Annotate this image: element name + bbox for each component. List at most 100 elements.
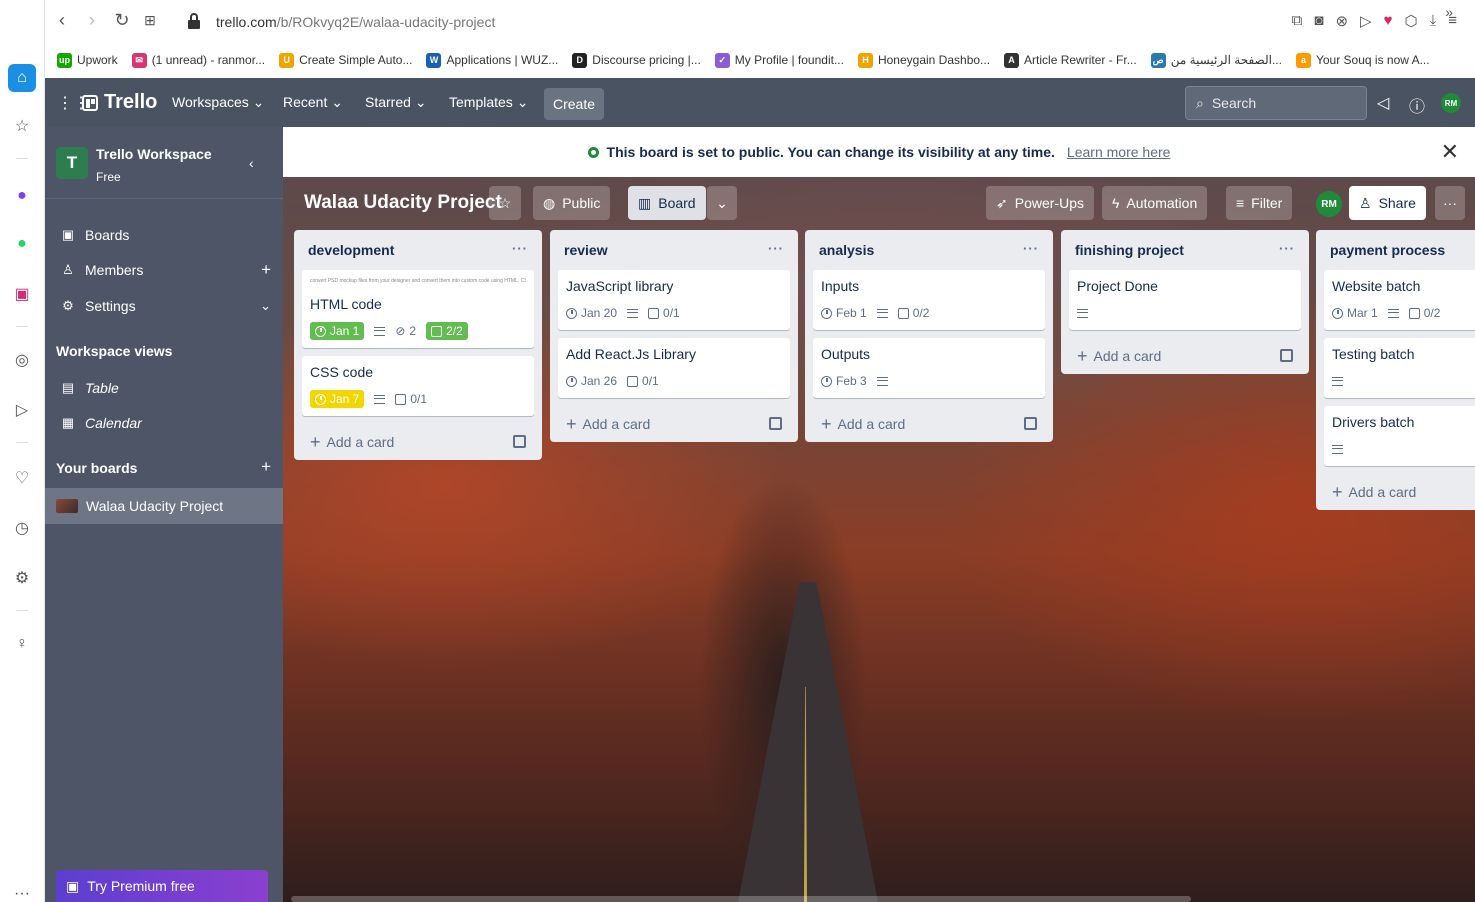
add-card-button[interactable]: + Add a card bbox=[813, 406, 1045, 442]
card[interactable]: CSS code Jan 7 0/1 bbox=[302, 356, 534, 416]
add-card-button[interactable]: + Add a card bbox=[558, 406, 790, 442]
bookmark-item[interactable]: ✉ (1 unread) - ranmor... bbox=[131, 52, 265, 68]
megaphone-icon[interactable]: ◁ bbox=[1377, 93, 1389, 113]
forward-icon[interactable]: › bbox=[81, 10, 103, 31]
star-icon[interactable]: ☆ bbox=[8, 112, 36, 140]
bookmark-item[interactable]: ✓ My Profile | foundit... bbox=[714, 52, 844, 68]
help-icon[interactable]: ⓘ bbox=[1409, 93, 1425, 117]
history-icon[interactable]: ◷ bbox=[8, 514, 36, 542]
list-title[interactable]: finishing project ··· bbox=[1069, 230, 1301, 270]
sidebar-item-members[interactable]: ♙ Members + bbox=[45, 253, 283, 287]
card[interactable]: Project Done bbox=[1069, 270, 1301, 330]
add-card-button[interactable]: + Add a card bbox=[302, 424, 534, 460]
sidebar-board-item[interactable]: Walaa Udacity Project bbox=[45, 488, 283, 524]
due-date-badge[interactable]: Feb 3 bbox=[821, 374, 867, 388]
horizontal-scrollbar[interactable] bbox=[291, 896, 1191, 902]
snapshot-icon[interactable]: ⧉ bbox=[1292, 12, 1303, 30]
bookmark-item[interactable]: D Discourse pricing |... bbox=[572, 52, 701, 68]
bookmark-item[interactable]: A Article Rewriter - Fr... bbox=[1004, 52, 1137, 68]
add-card-button[interactable]: + Add a card bbox=[1069, 338, 1301, 374]
due-date-badge[interactable]: Jan 7 bbox=[310, 390, 365, 408]
tips-icon[interactable]: ♀ bbox=[8, 630, 36, 658]
card[interactable]: JavaScript library Jan 20 0/1 bbox=[558, 270, 790, 330]
card[interactable]: convert PSD mockup files from your desig… bbox=[302, 270, 534, 348]
trello-logo[interactable]: Trello bbox=[82, 91, 157, 114]
bookmark-item[interactable]: a Your Souq is now A... bbox=[1295, 52, 1430, 68]
list-title[interactable]: analysis ··· bbox=[813, 230, 1045, 270]
list-menu-icon[interactable]: ··· bbox=[768, 241, 784, 256]
instagram-icon[interactable]: ▣ bbox=[8, 280, 36, 308]
play-icon[interactable]: ▷ bbox=[1360, 12, 1372, 30]
whatsapp-icon[interactable]: ● bbox=[8, 230, 36, 258]
recent-menu[interactable]: Recent ⌄ bbox=[283, 94, 343, 111]
bookmarks-more-button[interactable]: » bbox=[1445, 4, 1453, 20]
box-icon[interactable]: ⬡ bbox=[1404, 12, 1417, 30]
add-board-icon[interactable]: + bbox=[261, 457, 271, 477]
list-menu-icon[interactable]: ··· bbox=[512, 241, 528, 256]
list-title[interactable]: development ··· bbox=[302, 230, 534, 270]
member-avatar[interactable]: RM bbox=[1316, 191, 1342, 217]
messenger-icon[interactable]: ● bbox=[8, 182, 36, 210]
close-icon[interactable]: ✕ bbox=[1441, 139, 1459, 165]
flow-icon[interactable]: ▷ bbox=[8, 396, 36, 424]
visibility-button[interactable]: ◍ Public bbox=[533, 186, 611, 220]
workspace-name[interactable]: Trello Workspace bbox=[96, 146, 212, 162]
card[interactable]: Outputs Feb 3 bbox=[813, 338, 1045, 398]
board-title[interactable]: Walaa Udacity Project bbox=[304, 192, 502, 214]
home-icon[interactable]: ⌂ bbox=[8, 64, 36, 92]
workspaces-menu[interactable]: Workspaces ⌄ bbox=[172, 94, 264, 111]
card[interactable]: Drivers batch bbox=[1324, 406, 1475, 466]
sidebar-item-settings[interactable]: ⚙ Settings ⌄ bbox=[45, 289, 283, 323]
camera-icon[interactable]: ◙ bbox=[1314, 12, 1323, 30]
bookmark-item[interactable]: ص الصفحة الرئيسية من... bbox=[1150, 52, 1282, 68]
try-premium-button[interactable]: ▣ Try Premium free bbox=[56, 870, 268, 902]
card[interactable]: Add React.Js Library Jan 26 0/1 bbox=[558, 338, 790, 398]
card-template-icon[interactable] bbox=[769, 417, 782, 430]
sidebar-item-calendar[interactable]: ▦ Calendar bbox=[45, 406, 283, 440]
card[interactable]: Inputs Feb 1 0/2 bbox=[813, 270, 1045, 330]
filter-button[interactable]: ≡ Filter bbox=[1226, 186, 1293, 220]
list-menu-icon[interactable]: ··· bbox=[1279, 241, 1295, 256]
bookmark-item[interactable]: H Honeygain Dashbo... bbox=[857, 52, 990, 68]
reload-icon[interactable]: ↻ bbox=[111, 10, 133, 31]
due-date-badge[interactable]: Feb 1 bbox=[821, 306, 867, 320]
heart-icon[interactable]: ♥ bbox=[1384, 12, 1393, 30]
bookmark-item[interactable]: W Applications | WUZ... bbox=[426, 52, 558, 68]
automation-button[interactable]: ϟ Automation bbox=[1102, 186, 1208, 220]
card-template-icon[interactable] bbox=[1280, 349, 1293, 362]
star-board-button[interactable]: ☆ bbox=[489, 186, 521, 220]
bookmark-item[interactable]: U Create Simple Auto... bbox=[279, 52, 412, 68]
bookmark-item[interactable]: up Upwork bbox=[57, 52, 118, 68]
share-button[interactable]: ♙ Share bbox=[1349, 186, 1426, 220]
board-view-button[interactable]: ▥ Board bbox=[628, 186, 706, 220]
starred-menu[interactable]: Starred ⌄ bbox=[365, 94, 427, 111]
card[interactable]: Testing batch bbox=[1324, 338, 1475, 398]
due-date-badge[interactable]: Jan 20 bbox=[566, 306, 617, 320]
list-title[interactable]: review ··· bbox=[558, 230, 790, 270]
create-button[interactable]: Create bbox=[544, 88, 604, 120]
card-template-icon[interactable] bbox=[1024, 417, 1037, 430]
download-icon[interactable]: ⤓ bbox=[1430, 12, 1437, 30]
adblock-icon[interactable]: ⊗ bbox=[1335, 12, 1348, 30]
more-icon[interactable]: ··· bbox=[8, 880, 36, 902]
board-menu-button[interactable]: ··· bbox=[1435, 186, 1465, 220]
sidebar-item-boards[interactable]: ▣ Boards bbox=[45, 218, 283, 252]
list-title[interactable]: payment process··· bbox=[1324, 230, 1475, 270]
user-avatar[interactable]: RM bbox=[1441, 93, 1461, 113]
back-icon[interactable]: ‹ bbox=[51, 10, 73, 31]
card-template-icon[interactable] bbox=[513, 435, 526, 448]
search-input[interactable]: ⌕ Search bbox=[1185, 86, 1367, 120]
address-bar[interactable]: trello.com/b/ROkvyq2E/walaa-udacity-proj… bbox=[216, 14, 495, 30]
due-date-badge[interactable]: Mar 1 bbox=[1332, 306, 1378, 320]
templates-menu[interactable]: Templates ⌄ bbox=[449, 94, 528, 111]
power-ups-button[interactable]: ➶ Power-Ups bbox=[986, 186, 1094, 220]
player-icon[interactable]: ◎ bbox=[8, 346, 36, 374]
learn-more-link[interactable]: Learn more here bbox=[1067, 144, 1171, 160]
add-member-icon[interactable]: + bbox=[261, 260, 271, 280]
views-dropdown-button[interactable]: ⌄ bbox=[707, 186, 737, 220]
add-card-button[interactable]: + Add a card bbox=[1324, 474, 1475, 510]
tabs-grid-icon[interactable]: ⊞ bbox=[139, 12, 161, 29]
collapse-sidebar-icon[interactable]: ‹ bbox=[249, 155, 254, 171]
sidebar-item-table[interactable]: ▤ Table bbox=[45, 371, 283, 405]
heart-icon[interactable]: ♡ bbox=[8, 464, 36, 492]
